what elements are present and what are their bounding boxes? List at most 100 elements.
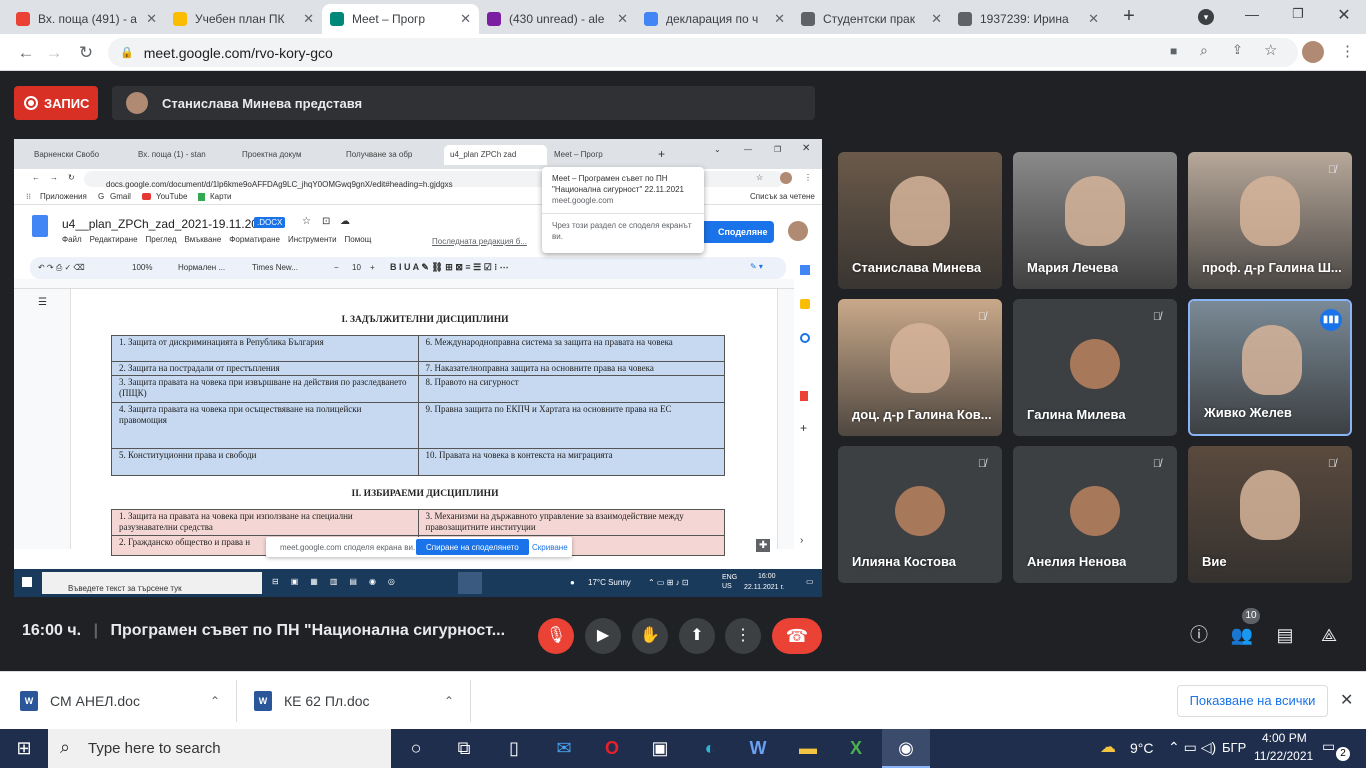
participant-tile[interactable]: 🎙̸ Галина Милева <box>1013 299 1177 436</box>
browser-tab[interactable]: 1937239: Ирина ✕ <box>950 4 1107 34</box>
hover-card-url: meet.google.com <box>552 196 614 205</box>
tab-close-icon[interactable]: ✕ <box>146 11 157 27</box>
mic-off-button[interactable]: 🎙 <box>538 618 574 654</box>
taskbar-date[interactable]: 11/22/2021 <box>1254 749 1313 763</box>
tab-close-icon[interactable]: ✕ <box>617 11 628 27</box>
meeting-details-icon[interactable]: ⓘ <box>1186 622 1212 648</box>
star-doc-icon: ☆ <box>302 216 311 227</box>
task-view-icon[interactable]: ⧉ <box>440 729 488 768</box>
last-edit-link: Последната редакция б... <box>432 237 527 246</box>
zoom-icon[interactable]: ⌕ <box>1200 42 1216 60</box>
camera-icon[interactable]: ■ <box>1170 44 1186 60</box>
raise-hand-button[interactable]: ✋ <box>632 618 668 654</box>
shared-time: 16:00 <box>758 573 776 580</box>
tab-search-icon[interactable]: ▾ <box>1198 9 1214 25</box>
more-options-button[interactable]: ⋮ <box>725 618 761 654</box>
table-cell: 6. Международноправна система за защита … <box>417 335 725 362</box>
recording-badge[interactable]: ЗАПИС <box>14 86 98 120</box>
end-call-button[interactable]: ☎ <box>772 618 822 654</box>
font-size-value: 10 <box>352 263 361 272</box>
restore-icon[interactable]: ❐ <box>1288 6 1308 26</box>
table-cell: 8. Правото на сигурност <box>417 375 725 403</box>
mail-icon[interactable]: ✉ <box>540 729 588 768</box>
mic-off-icon: 🎙̸ <box>1327 164 1337 176</box>
tab-close-icon[interactable]: ✕ <box>1088 11 1099 27</box>
tab-close-icon[interactable]: ✕ <box>774 11 785 27</box>
participant-tile[interactable]: 🎙̸ проф. д-р Галина Ш... <box>1188 152 1352 289</box>
word-icon[interactable]: W <box>734 729 782 768</box>
chevron-up-icon[interactable]: ⌃ <box>210 694 220 708</box>
move-doc-icon: ⊡ <box>322 216 331 227</box>
store-icon[interactable]: ▣ <box>636 729 684 768</box>
participant-name: Станислава Минева <box>852 260 982 275</box>
participant-tile[interactable]: Мария Лечева <box>1013 152 1177 289</box>
participant-tile[interactable]: 🎙̸ Анелия Ненова <box>1013 446 1177 583</box>
browser-tab[interactable]: Meet – Прогр ✕ <box>322 4 479 34</box>
table-row: 1. Защита от дискриминацията в Република… <box>111 335 725 362</box>
chat-icon[interactable]: ▤ <box>1272 622 1298 648</box>
participant-tile[interactable]: ▮▮▮ Живко Желев <box>1188 299 1352 436</box>
activities-icon[interactable]: ⟁ <box>1316 622 1342 648</box>
minimize-icon[interactable]: — <box>1242 6 1262 26</box>
people-icon[interactable]: 👥 <box>1229 622 1255 648</box>
downloads-bar: W СМ АНЕЛ.doc ⌃ W КЕ 62 Пл.doc ⌃ Показва… <box>0 671 1366 729</box>
file-icon[interactable]: ▯ <box>490 729 538 768</box>
participant-tile[interactable]: 🎙̸ Вие <box>1188 446 1352 583</box>
opera-icon[interactable]: O <box>588 729 636 768</box>
new-tab-button[interactable]: + <box>1118 6 1140 28</box>
excel-icon[interactable]: X <box>832 729 880 768</box>
cortana-icon[interactable]: ○ <box>392 729 440 768</box>
tab-label: Meet – Прогр <box>352 12 426 26</box>
browser-tab[interactable]: Учебен план ПК ✕ <box>165 4 322 34</box>
taskbar-time[interactable]: 4:00 PM <box>1262 731 1307 745</box>
close-downloads-icon[interactable]: ✕ <box>1340 690 1356 710</box>
docs-toolbar: ↶ ↷ ⎙ ✓ ⌫ 100% Нормален ... Times New...… <box>30 257 786 279</box>
reload-icon[interactable]: ↻ <box>74 41 98 65</box>
url-input[interactable]: 🔒 meet.google.com/rvo-kory-gco <box>108 38 1298 67</box>
profile-avatar[interactable] <box>1302 41 1324 63</box>
tab-close-icon[interactable]: ✕ <box>931 11 942 27</box>
lock-icon: 🔒 <box>120 47 134 59</box>
tab-favicon-icon <box>173 12 187 26</box>
forward-icon[interactable]: → <box>42 41 66 65</box>
taskbar-search[interactable]: ⌕ Type here to search <box>48 729 391 768</box>
youtube-icon <box>142 193 151 200</box>
browser-tab[interactable]: декларация по ч ✕ <box>636 4 793 34</box>
browser-tab[interactable]: Студентски прак ✕ <box>793 4 950 34</box>
chrome-icon[interactable]: ◉ <box>882 729 930 768</box>
doc-page: I. ЗАДЪЛЖИТЕЛНИ ДИСЦИПЛИНИ 1. Защита от … <box>70 289 778 556</box>
tab-close-icon[interactable]: ✕ <box>460 11 471 27</box>
participant-tile[interactable]: 🎙̸ Илияна Костова <box>838 446 1002 583</box>
participant-face <box>1242 325 1302 395</box>
share-icon[interactable]: ⇪ <box>1232 42 1248 60</box>
browser-menu-icon[interactable]: ⋮ <box>1340 42 1355 62</box>
browser-tab[interactable]: (430 unread) - ale ✕ <box>479 4 636 34</box>
tab-label: Студентски прак <box>823 12 915 26</box>
close-window-icon[interactable]: ✕ <box>1334 5 1354 25</box>
back-icon[interactable]: ← <box>14 41 38 65</box>
present-button[interactable]: ⬆ <box>679 618 715 654</box>
chevron-up-icon[interactable]: ⌃ <box>444 694 454 708</box>
camera-button[interactable]: ▶ <box>585 618 621 654</box>
windows-start-icon[interactable]: ⊞ <box>0 729 48 768</box>
download-item[interactable]: W КЕ 62 Пл.doc ⌃ <box>254 672 464 730</box>
participant-tile[interactable]: Станислава Минева <box>838 152 1002 289</box>
bookmark-star-icon[interactable]: ☆ <box>1264 41 1280 59</box>
table-cell: 4. Защита правата на човека при осъществ… <box>111 402 419 449</box>
hover-card-note: Чрез този раздел се споделя екранът ви. <box>542 213 704 242</box>
show-all-label: Показване на всички <box>1189 693 1316 708</box>
edge-icon[interactable]: ◐ <box>686 729 734 768</box>
participant-tile[interactable]: 🎙̸ доц. д-р Галина Ков... <box>838 299 1002 436</box>
docs-menu-item: Инструменти <box>287 235 337 244</box>
tab-close-icon[interactable]: ✕ <box>303 11 314 27</box>
tray-icons[interactable]: ⌃ ▭ ◁) <box>1168 739 1216 756</box>
tab-favicon-icon <box>330 12 344 26</box>
explorer-icon[interactable]: ▬ <box>784 729 832 768</box>
table-row: 1. Защита на правата на човека при изпол… <box>111 509 725 536</box>
taskbar-lang[interactable]: БГР <box>1222 740 1246 755</box>
participant-name: доц. д-р Галина Ков... <box>852 407 992 422</box>
participant-avatar <box>895 486 945 536</box>
browser-tab[interactable]: Вх. поща (491) - а ✕ <box>8 4 165 34</box>
download-item[interactable]: W СМ АНЕЛ.doc ⌃ <box>20 672 230 730</box>
show-all-downloads-button[interactable]: Показване на всички <box>1177 685 1328 717</box>
